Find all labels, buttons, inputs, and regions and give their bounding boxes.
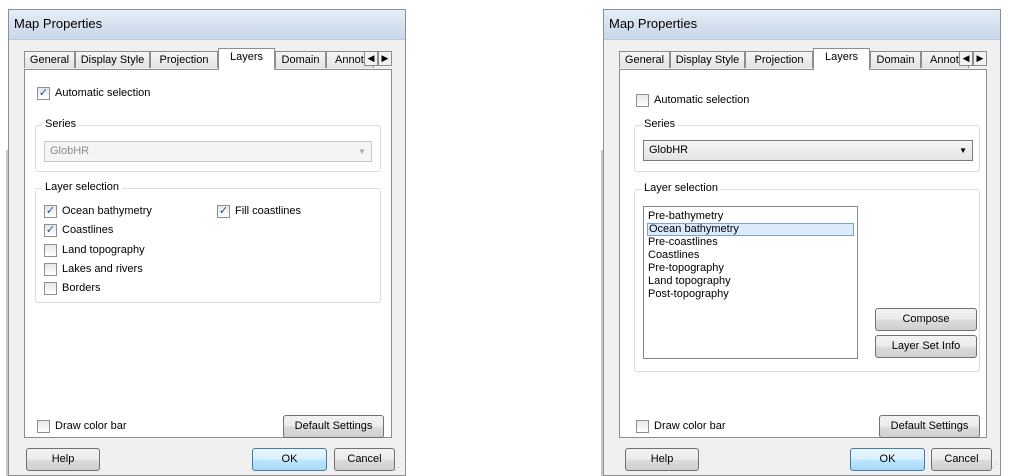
- tab-general[interactable]: General: [24, 51, 75, 68]
- default-settings-button[interactable]: Default Settings: [283, 415, 384, 438]
- series-group-title: Series: [42, 118, 80, 130]
- title-bar: Map Properties: [604, 10, 1000, 40]
- draw-color-bar-label: Draw color bar: [654, 420, 726, 432]
- resize-grip-icon[interactable]: ⋰: [989, 462, 998, 473]
- automatic-selection-checkbox[interactable]: ✓: [37, 87, 50, 100]
- list-item[interactable]: Coastlines: [647, 249, 854, 262]
- series-dropdown-value: GlobHR: [50, 145, 90, 157]
- tab-scroll-left-icon[interactable]: ◀: [364, 51, 378, 66]
- draw-color-bar-checkbox[interactable]: [37, 420, 50, 433]
- draw-color-bar-checkbox[interactable]: [636, 420, 649, 433]
- tab-layers[interactable]: Layers: [218, 48, 275, 70]
- tab-layers[interactable]: Layers: [813, 48, 870, 70]
- automatic-selection-label: Automatic selection: [654, 94, 750, 106]
- coastlines-label: Coastlines: [62, 224, 114, 236]
- title-bar: Map Properties: [9, 10, 405, 40]
- help-button[interactable]: Help: [26, 448, 100, 471]
- layer-selection-title: Layer selection: [42, 181, 122, 193]
- draw-color-bar-label: Draw color bar: [55, 420, 127, 432]
- tab-scroll-right-icon[interactable]: ▶: [973, 51, 987, 66]
- layers-panel: ✓ Automatic selection Series GlobHR ▼ La…: [24, 69, 392, 438]
- ok-button[interactable]: OK: [252, 448, 327, 471]
- list-item[interactable]: Pre-bathymetry: [647, 210, 854, 223]
- tab-display-style[interactable]: Display Style: [670, 51, 745, 68]
- ok-button[interactable]: OK: [850, 448, 925, 471]
- compose-button[interactable]: Compose: [875, 308, 977, 331]
- automatic-selection-label: Automatic selection: [55, 87, 151, 99]
- list-item[interactable]: Pre-topography: [647, 262, 854, 275]
- ocean-bathymetry-label: Ocean bathymetry: [62, 205, 152, 217]
- chevron-down-icon: ▼: [358, 147, 366, 156]
- list-item[interactable]: Post-topography: [647, 288, 854, 301]
- lakes-and-rivers-label: Lakes and rivers: [62, 263, 143, 275]
- tab-domain[interactable]: Domain: [870, 51, 921, 68]
- tab-projection[interactable]: Projection: [150, 51, 218, 68]
- list-item-selected[interactable]: Ocean bathymetry: [647, 223, 854, 236]
- automatic-selection-checkbox[interactable]: [636, 94, 649, 107]
- series-dropdown[interactable]: GlobHR ▼: [643, 140, 973, 161]
- land-topography-checkbox[interactable]: [44, 244, 57, 257]
- layer-selection-group: Layer selection ✓ Ocean bathymetry ✓ Coa…: [35, 181, 381, 303]
- tab-strip: General Display Style Projection Layers …: [24, 48, 392, 70]
- list-item[interactable]: Land topography: [647, 275, 854, 288]
- default-settings-button[interactable]: Default Settings: [879, 415, 980, 438]
- map-properties-dialog-right: Map Properties General Display Style Pro…: [603, 9, 1001, 476]
- layer-selection-group: Layer selection Pre-bathymetry Ocean bat…: [634, 182, 980, 372]
- layers-panel: Automatic selection Series GlobHR ▼ Laye…: [619, 69, 987, 438]
- layer-set-info-button[interactable]: Layer Set Info: [875, 335, 977, 358]
- cancel-button[interactable]: Cancel: [334, 448, 395, 471]
- tab-scroll-right-icon[interactable]: ▶: [378, 51, 392, 66]
- tab-scroll-left-icon[interactable]: ◀: [959, 51, 973, 66]
- land-topography-label: Land topography: [62, 244, 145, 256]
- tab-projection[interactable]: Projection: [745, 51, 813, 68]
- lakes-and-rivers-checkbox[interactable]: [44, 263, 57, 276]
- window-title: Map Properties: [609, 16, 698, 31]
- layer-listbox[interactable]: Pre-bathymetry Ocean bathymetry Pre-coas…: [643, 206, 858, 359]
- help-button[interactable]: Help: [625, 448, 699, 471]
- window-title: Map Properties: [14, 16, 103, 31]
- tab-domain[interactable]: Domain: [275, 51, 326, 68]
- series-dropdown-value: GlobHR: [649, 144, 689, 156]
- tab-general[interactable]: General: [619, 51, 670, 68]
- series-dropdown[interactable]: GlobHR ▼: [44, 141, 372, 162]
- cancel-button[interactable]: Cancel: [931, 448, 992, 471]
- layer-selection-title: Layer selection: [641, 182, 721, 194]
- tab-display-style[interactable]: Display Style: [75, 51, 150, 68]
- chevron-down-icon: ▼: [959, 146, 967, 155]
- list-item[interactable]: Pre-coastlines: [647, 236, 854, 249]
- map-properties-dialog-left: Map Properties General Display Style Pro…: [8, 9, 406, 476]
- borders-label: Borders: [62, 282, 101, 294]
- tab-strip: General Display Style Projection Layers …: [619, 48, 987, 70]
- resize-grip-icon[interactable]: ⋰: [394, 462, 403, 473]
- series-group: Series GlobHR ▼: [634, 118, 980, 172]
- borders-checkbox[interactable]: [44, 282, 57, 295]
- series-group-title: Series: [641, 118, 679, 130]
- fill-coastlines-checkbox[interactable]: ✓: [217, 205, 230, 218]
- fill-coastlines-label: Fill coastlines: [235, 205, 302, 217]
- coastlines-checkbox[interactable]: ✓: [44, 224, 57, 237]
- ocean-bathymetry-checkbox[interactable]: ✓: [44, 205, 57, 218]
- series-group: Series GlobHR ▼: [35, 118, 381, 172]
